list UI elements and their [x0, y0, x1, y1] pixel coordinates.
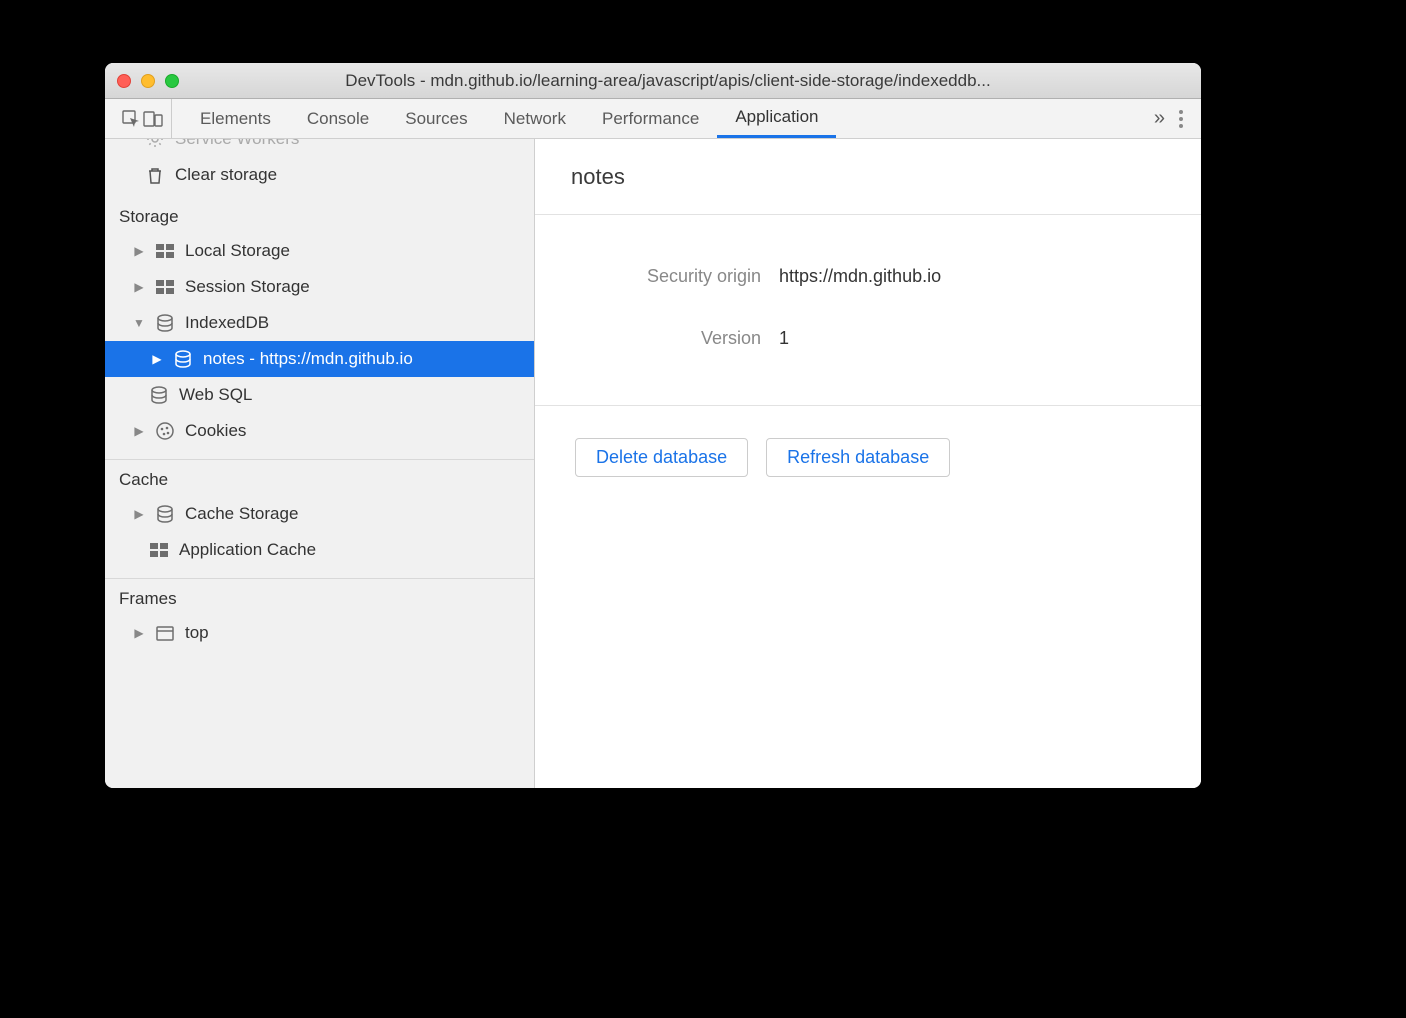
section-cache: Cache — [105, 459, 534, 496]
expand-icon: ▶ — [133, 626, 145, 640]
inspect-element-icon[interactable] — [121, 109, 141, 129]
sidebar-item-top-frame[interactable]: ▶ top — [105, 615, 534, 651]
delete-database-button[interactable]: Delete database — [575, 438, 748, 477]
database-icon — [149, 385, 169, 405]
tab-application[interactable]: Application — [717, 99, 836, 138]
collapse-icon: ▼ — [133, 316, 145, 330]
cookie-icon — [155, 421, 175, 441]
tab-elements[interactable]: Elements — [182, 99, 289, 138]
sidebar-item-label: IndexedDB — [185, 313, 269, 333]
section-storage: Storage — [105, 197, 534, 233]
tab-performance[interactable]: Performance — [584, 99, 717, 138]
tab-console[interactable]: Console — [289, 99, 387, 138]
sidebar-item-cookies[interactable]: ▶ Cookies — [105, 413, 534, 449]
sidebar-item-application-cache[interactable]: Application Cache — [105, 532, 534, 568]
database-title: notes — [535, 139, 1201, 215]
section-frames: Frames — [105, 578, 534, 615]
expand-icon: ▶ — [133, 507, 145, 521]
titlebar: DevTools - mdn.github.io/learning-area/j… — [105, 63, 1201, 99]
tabs: Elements Console Sources Network Perform… — [182, 99, 1144, 138]
detail-label: Version — [535, 328, 779, 349]
expand-icon: ▶ — [133, 244, 145, 258]
sidebar-item-indexeddb[interactable]: ▼ IndexedDB — [105, 305, 534, 341]
grid-icon — [149, 540, 169, 560]
main-panel: notes Security origin https://mdn.github… — [535, 139, 1201, 788]
tab-network[interactable]: Network — [486, 99, 584, 138]
window-title: DevTools - mdn.github.io/learning-area/j… — [147, 71, 1189, 91]
settings-menu-icon[interactable] — [1179, 110, 1183, 128]
sidebar-item-label: top — [185, 623, 209, 643]
sidebar-item-db-notes[interactable]: ▶ notes - https://mdn.github.io — [105, 341, 534, 377]
toolbar-left — [113, 99, 172, 138]
grid-icon — [155, 277, 175, 297]
sidebar-item-label: Session Storage — [185, 277, 310, 297]
sidebar-item-web-sql[interactable]: Web SQL — [105, 377, 534, 413]
sidebar-item-label: Cache Storage — [185, 504, 298, 524]
expand-icon: ▶ — [133, 424, 145, 438]
database-details: Security origin https://mdn.github.io Ve… — [535, 215, 1201, 406]
sidebar-item-label: Service Workers — [175, 139, 299, 149]
sidebar-item-service-workers[interactable]: Service Workers — [105, 139, 534, 157]
device-toolbar-icon[interactable] — [143, 109, 163, 129]
sidebar-item-label: Application Cache — [179, 540, 316, 560]
tab-sources[interactable]: Sources — [387, 99, 485, 138]
close-button[interactable] — [117, 74, 131, 88]
tabbar-right: » — [1144, 99, 1193, 138]
trash-icon — [145, 165, 165, 185]
sidebar-item-label: Local Storage — [185, 241, 290, 261]
sidebar-item-label: Web SQL — [179, 385, 252, 405]
grid-icon — [155, 241, 175, 261]
sidebar-item-label: Clear storage — [175, 165, 277, 185]
database-icon — [155, 313, 175, 333]
expand-icon: ▶ — [133, 280, 145, 294]
sidebar-item-local-storage[interactable]: ▶ Local Storage — [105, 233, 534, 269]
sidebar-item-cache-storage[interactable]: ▶ Cache Storage — [105, 496, 534, 532]
devtools-window: DevTools - mdn.github.io/learning-area/j… — [105, 63, 1201, 788]
gear-icon — [145, 139, 165, 149]
detail-security-origin: Security origin https://mdn.github.io — [535, 245, 1201, 307]
detail-label: Security origin — [535, 266, 779, 287]
sidebar: Service Workers Clear storage Storage ▶ … — [105, 139, 535, 788]
expand-icon: ▶ — [151, 352, 163, 366]
content: Service Workers Clear storage Storage ▶ … — [105, 139, 1201, 788]
database-icon — [173, 349, 193, 369]
sidebar-item-label: Cookies — [185, 421, 246, 441]
sidebar-item-label: notes - https://mdn.github.io — [203, 349, 413, 369]
frame-icon — [155, 623, 175, 643]
detail-value: 1 — [779, 328, 789, 349]
database-icon — [155, 504, 175, 524]
detail-version: Version 1 — [535, 307, 1201, 369]
sidebar-item-clear-storage[interactable]: Clear storage — [105, 157, 534, 193]
sidebar-item-session-storage[interactable]: ▶ Session Storage — [105, 269, 534, 305]
detail-value: https://mdn.github.io — [779, 266, 941, 287]
devtools-tabbar: Elements Console Sources Network Perform… — [105, 99, 1201, 139]
overflow-tabs-icon[interactable]: » — [1154, 107, 1165, 130]
refresh-database-button[interactable]: Refresh database — [766, 438, 950, 477]
database-actions: Delete database Refresh database — [535, 406, 1201, 509]
